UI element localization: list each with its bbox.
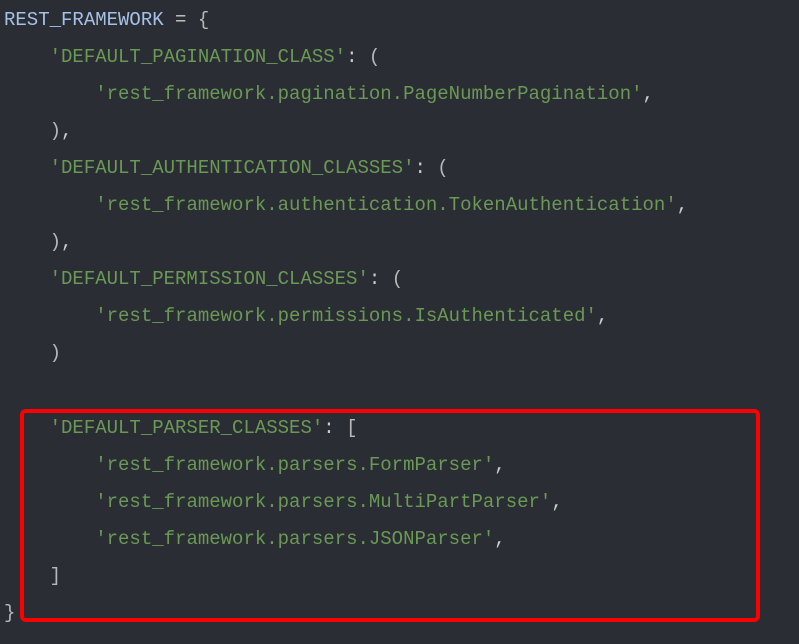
string-value: 'rest_framework.parsers.FormParser' [95, 454, 494, 476]
colon: : [369, 268, 392, 290]
comma: , [494, 528, 505, 550]
open-brace: { [198, 9, 209, 31]
close-paren: ) [50, 342, 61, 364]
open-paren: ( [392, 268, 403, 290]
variable-name: REST_FRAMEWORK [4, 9, 164, 31]
close-paren: ) [50, 231, 61, 253]
comma: , [61, 231, 72, 253]
comma: , [643, 83, 654, 105]
open-bracket: [ [346, 417, 357, 439]
string-value: 'rest_framework.parsers.MultiPartParser' [95, 491, 551, 513]
dict-key: 'DEFAULT_PARSER_CLASSES' [50, 417, 324, 439]
string-value: 'rest_framework.pagination.PageNumberPag… [95, 83, 642, 105]
colon: : [414, 157, 437, 179]
close-paren: ) [50, 120, 61, 142]
string-value: 'rest_framework.permissions.IsAuthentica… [95, 305, 597, 327]
open-paren: ( [369, 46, 380, 68]
dict-key: 'DEFAULT_AUTHENTICATION_CLASSES' [50, 157, 415, 179]
string-value: 'rest_framework.authentication.TokenAuth… [95, 194, 677, 216]
comma: , [597, 305, 608, 327]
equals-operator: = [164, 9, 198, 31]
comma: , [494, 454, 505, 476]
dict-key: 'DEFAULT_PAGINATION_CLASS' [50, 46, 346, 68]
colon: : [323, 417, 346, 439]
dict-key: 'DEFAULT_PERMISSION_CLASSES' [50, 268, 369, 290]
open-paren: ( [437, 157, 448, 179]
string-value: 'rest_framework.parsers.JSONParser' [95, 528, 494, 550]
colon: : [346, 46, 369, 68]
code-block: REST_FRAMEWORK = { 'DEFAULT_PAGINATION_C… [0, 0, 799, 634]
close-bracket: ] [50, 565, 61, 587]
close-brace: } [4, 602, 15, 624]
comma: , [551, 491, 562, 513]
comma: , [677, 194, 688, 216]
comma: , [61, 120, 72, 142]
